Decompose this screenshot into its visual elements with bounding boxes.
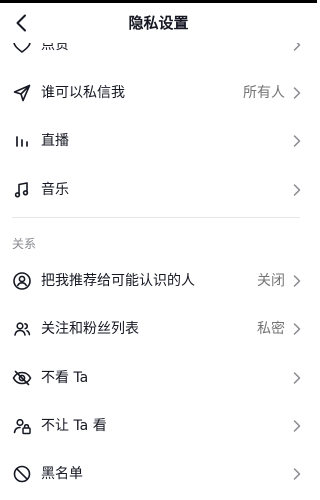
chevron-right-icon [293, 134, 303, 148]
row-label: 直播 [41, 133, 69, 149]
page-title: 隐私设置 [128, 14, 189, 32]
chevron-right-icon [293, 86, 303, 100]
chevron-right-icon [293, 274, 303, 288]
settings-row-music[interactable]: 音乐 [0, 166, 317, 214]
chevron-right-icon [293, 322, 303, 336]
row-label: 音乐 [41, 182, 69, 198]
row-label: 谁可以私信我 [41, 85, 125, 101]
chevron-right-icon [293, 371, 303, 385]
row-label: 黑名单 [41, 466, 83, 482]
row-value: 关闭 [257, 273, 285, 289]
settings-row-who-can-message[interactable]: 谁可以私信我 所有人 [0, 69, 317, 117]
send-icon [12, 83, 32, 103]
row-label: 不看 Ta [41, 370, 89, 386]
users-icon [12, 319, 32, 339]
section-divider [12, 217, 300, 218]
settings-row-hide-their-content[interactable]: 不看 Ta [0, 354, 317, 402]
live-bars-icon [12, 131, 32, 151]
person-circle-icon [12, 271, 32, 291]
settings-row-block-from-viewing[interactable]: 不让 Ta 看 [0, 402, 317, 450]
chevron-right-icon [293, 419, 303, 433]
row-label: 关注和粉丝列表 [41, 321, 139, 337]
settings-row-blacklist[interactable]: 黑名单 [0, 450, 317, 498]
music-note-icon [12, 180, 32, 200]
chevron-right-icon [293, 183, 303, 197]
row-label: 不让 Ta 看 [41, 418, 107, 434]
section-title-relations: 关系 [12, 237, 37, 251]
row-label: 把我推荐给可能认识的人 [41, 273, 195, 289]
row-value: 所有人 [243, 85, 285, 101]
navigation-header: 隐私设置 [0, 3, 317, 43]
settings-row-follow-list[interactable]: 关注和粉丝列表 私密 [0, 305, 317, 353]
settings-row-live[interactable]: 直播 [0, 117, 317, 165]
block-icon [12, 464, 32, 484]
chevron-right-icon [293, 467, 303, 481]
person-lock-icon [12, 416, 32, 436]
row-value: 私密 [257, 321, 285, 337]
eye-off-icon [12, 368, 32, 388]
settings-row-recommend-me[interactable]: 把我推荐给可能认识的人 关闭 [0, 257, 317, 305]
